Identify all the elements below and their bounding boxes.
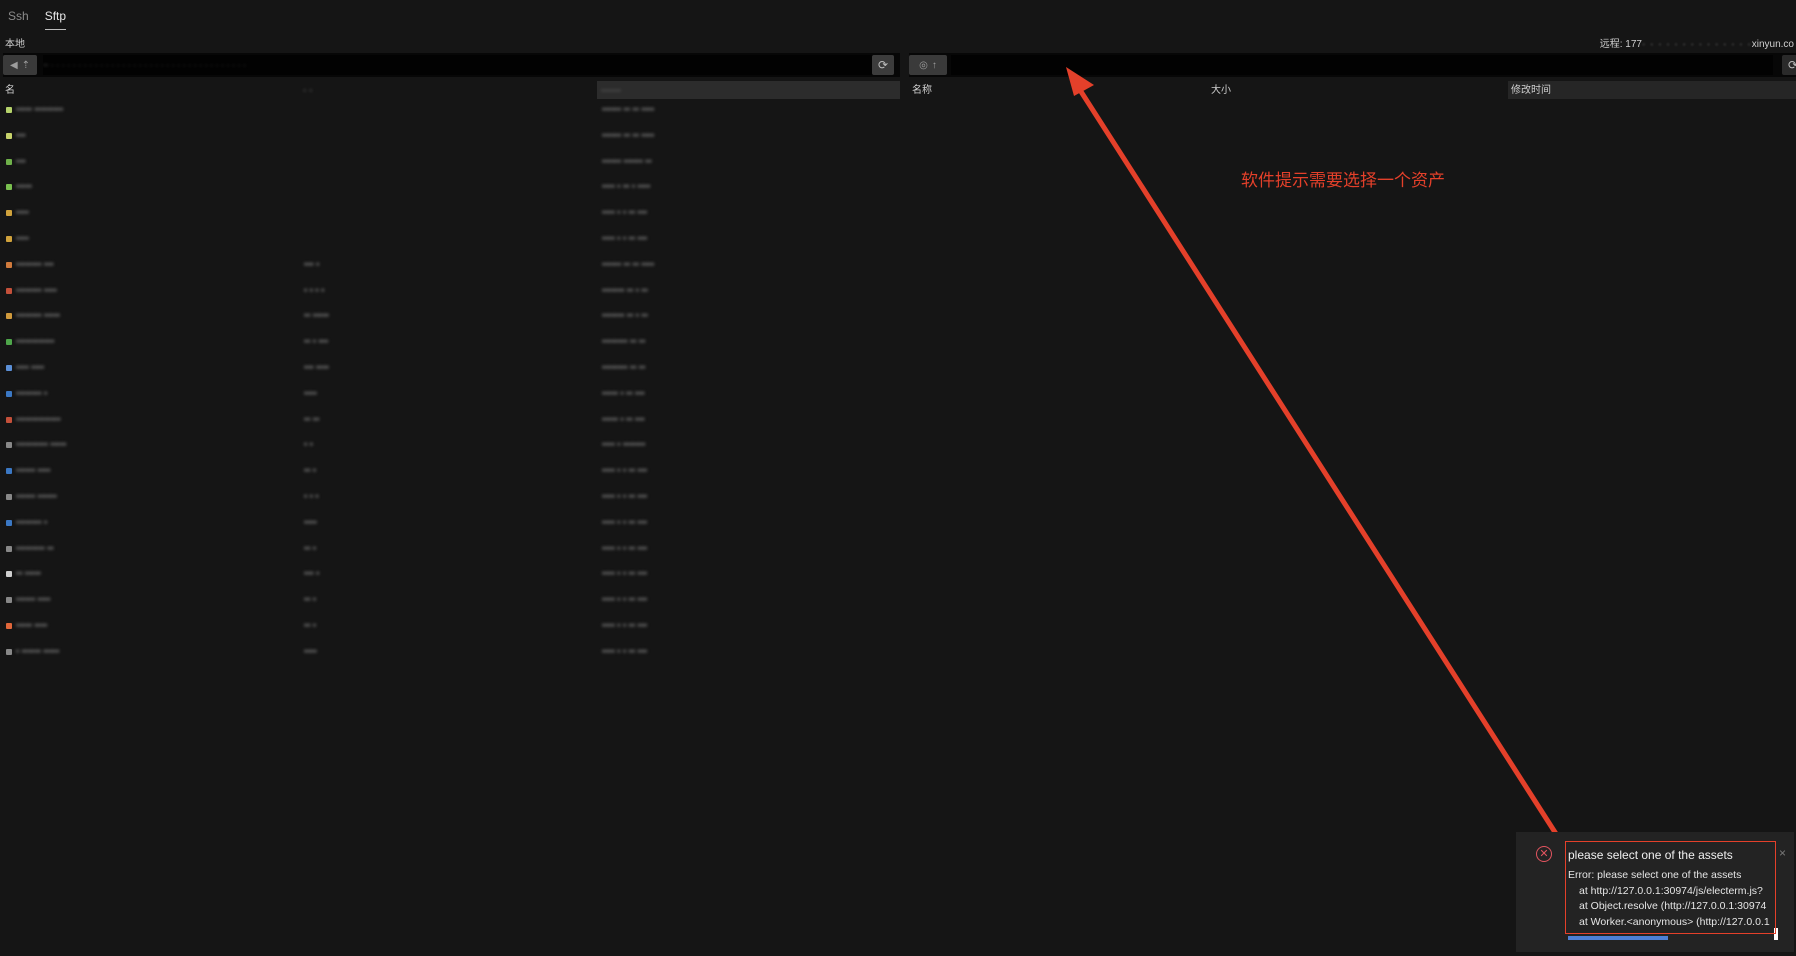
error-icon: ✕ [1536,846,1552,862]
notification-progress [1568,936,1668,940]
annotation-arrow [1066,67,1586,879]
close-icon[interactable]: × [1779,846,1786,860]
sftp-window: Ssh Sftp 本地 远程: 177· · · · · · · · · · ·… [0,0,1796,956]
annotation-highlight-box [1565,841,1776,934]
annotation-text: 软件提示需要选择一个资产 [1241,171,1445,190]
